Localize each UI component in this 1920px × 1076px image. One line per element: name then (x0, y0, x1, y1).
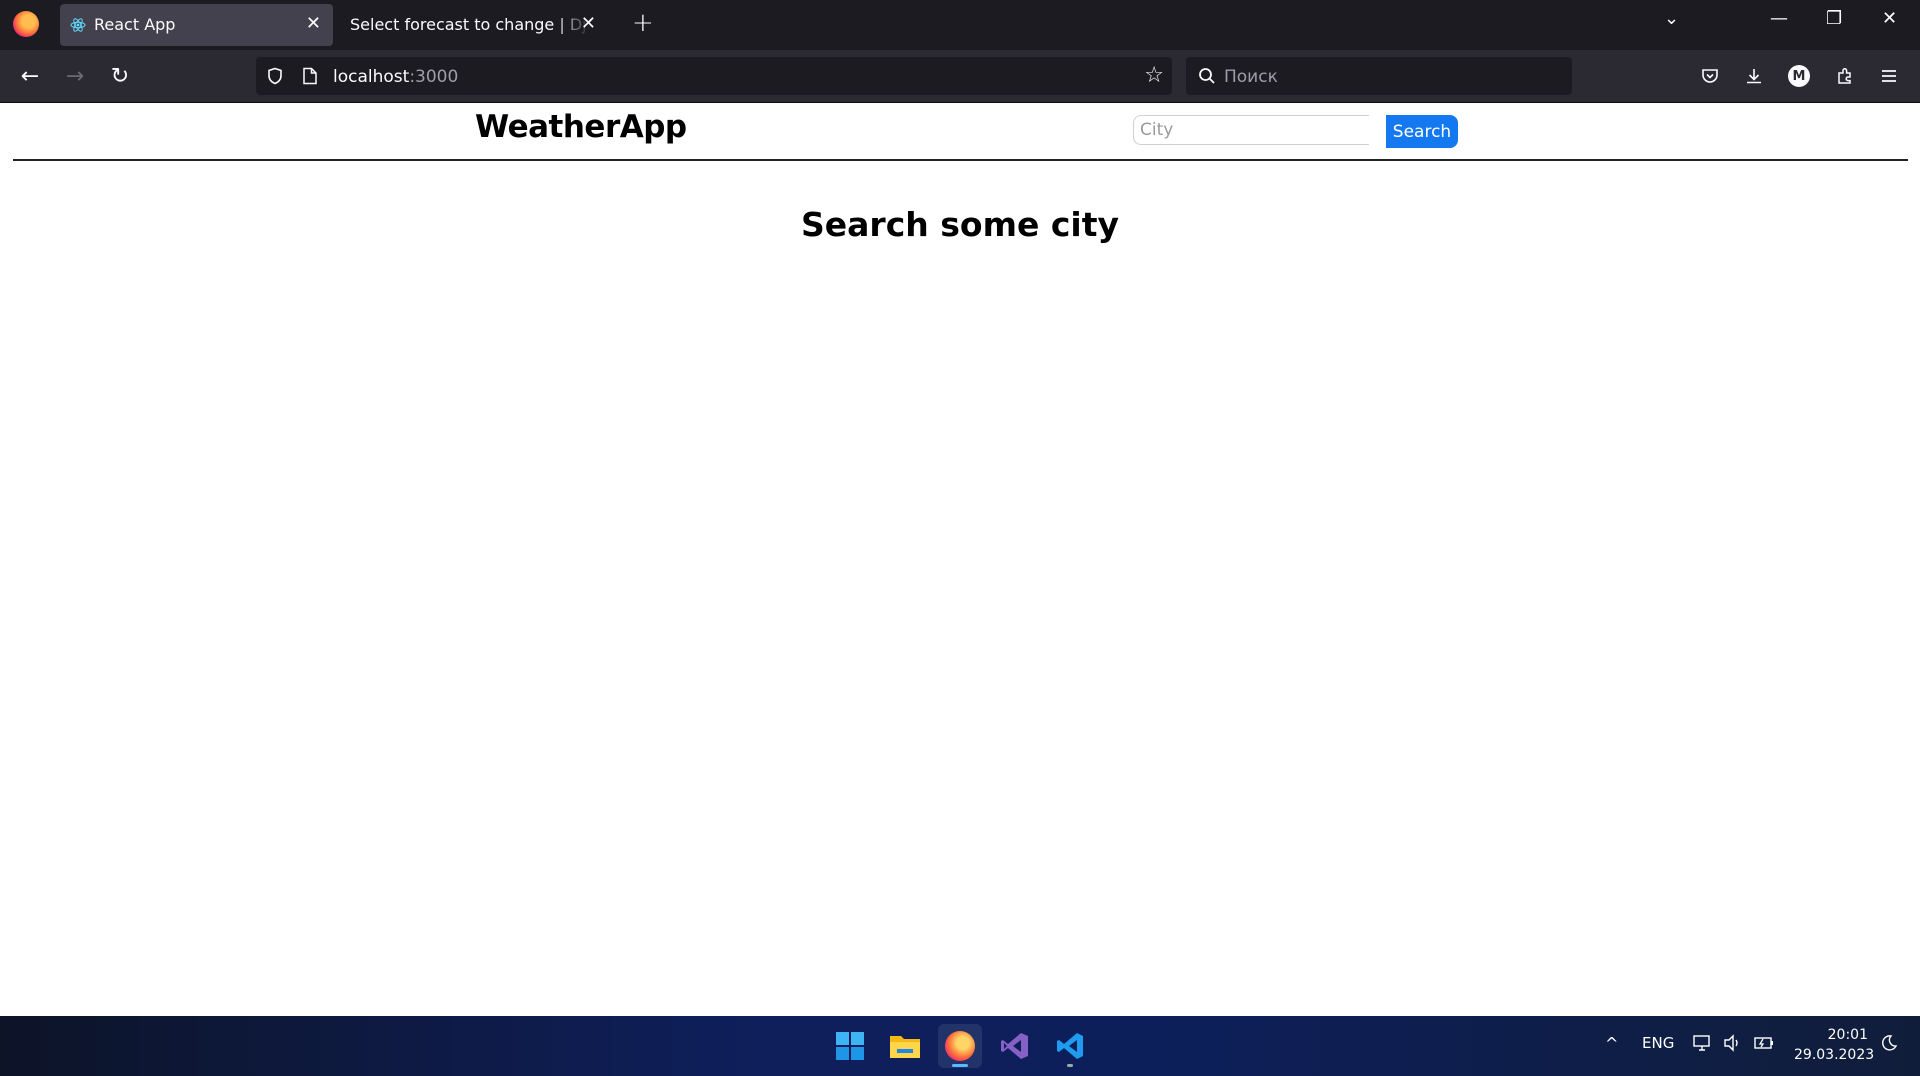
tab-react-app[interactable]: React App ✕ (60, 4, 333, 46)
network-icon[interactable] (1693, 1034, 1713, 1056)
page-viewport: WeatherApp Search Search some city (0, 103, 1920, 1016)
reload-icon[interactable]: ↻ (107, 63, 133, 89)
browser-tab-bar: React App ✕ Select forecast to change | … (0, 0, 1920, 50)
clock-date: 29.03.2023 (1794, 1047, 1875, 1063)
firefox-taskbar-icon[interactable] (938, 1024, 982, 1068)
url-text[interactable]: localhost:3000 (333, 67, 458, 87)
react-icon (70, 18, 86, 32)
search-icon (1199, 68, 1215, 84)
search-button[interactable]: Search (1386, 115, 1458, 148)
chevron-up-icon[interactable]: ^ (1605, 1034, 1618, 1053)
battery-icon[interactable] (1753, 1034, 1775, 1056)
close-icon[interactable]: ✕ (581, 13, 596, 34)
list-all-tabs-icon[interactable]: ⌄ (1664, 8, 1679, 29)
tab-title: Select forecast to change | Django site … (350, 15, 590, 34)
back-icon[interactable]: ← (17, 63, 43, 89)
file-explorer-icon[interactable] (883, 1024, 927, 1068)
windows-start-icon[interactable] (828, 1024, 872, 1068)
page-heading: Search some city (801, 205, 1119, 244)
city-search-input[interactable] (1133, 115, 1369, 145)
restore-icon[interactable]: ❐ (1826, 8, 1842, 29)
brand-title[interactable]: WeatherApp (475, 109, 687, 145)
focus-moon-icon[interactable] (1880, 1034, 1898, 1056)
app-header: WeatherApp Search (13, 103, 1908, 161)
extensions-icon[interactable] (1832, 63, 1858, 89)
minimize-icon[interactable]: — (1770, 8, 1788, 29)
language-indicator[interactable]: ENG (1642, 1034, 1674, 1052)
page-icon[interactable] (302, 67, 318, 85)
menu-icon[interactable] (1876, 63, 1902, 89)
system-clock[interactable]: 20:01 29.03.2023 (1794, 1025, 1875, 1065)
account-avatar[interactable]: M (1786, 63, 1812, 89)
tab-title: React App (94, 15, 176, 34)
clock-time: 20:01 (1827, 1027, 1868, 1043)
volume-icon[interactable] (1723, 1034, 1743, 1056)
bookmark-star-icon[interactable]: ☆ (1144, 63, 1164, 88)
firefox-icon[interactable] (13, 11, 39, 37)
window-close-icon[interactable]: ✕ (1882, 8, 1897, 29)
avatar-initial: M (1788, 65, 1810, 87)
new-tab-button[interactable]: + (632, 8, 654, 38)
os-taskbar: ^ ENG 20:01 29.03.2023 (0, 1016, 1920, 1076)
visual-studio-icon[interactable] (993, 1024, 1037, 1068)
url-bar[interactable]: localhost:3000 ☆ (256, 57, 1172, 95)
forward-icon[interactable]: → (62, 63, 88, 89)
search-placeholder: Поиск (1224, 67, 1278, 87)
pocket-icon[interactable] (1697, 63, 1723, 89)
shield-icon[interactable] (266, 67, 284, 85)
web-search-bar[interactable]: Поиск (1186, 57, 1572, 95)
close-icon[interactable]: ✕ (306, 13, 321, 34)
tab-django-admin[interactable]: Select forecast to change | Django site … (338, 4, 608, 46)
downloads-icon[interactable] (1741, 63, 1767, 89)
vscode-icon[interactable] (1048, 1024, 1092, 1068)
browser-toolbar: ← → ↻ localhost:3000 ☆ Поиск M (0, 50, 1920, 103)
